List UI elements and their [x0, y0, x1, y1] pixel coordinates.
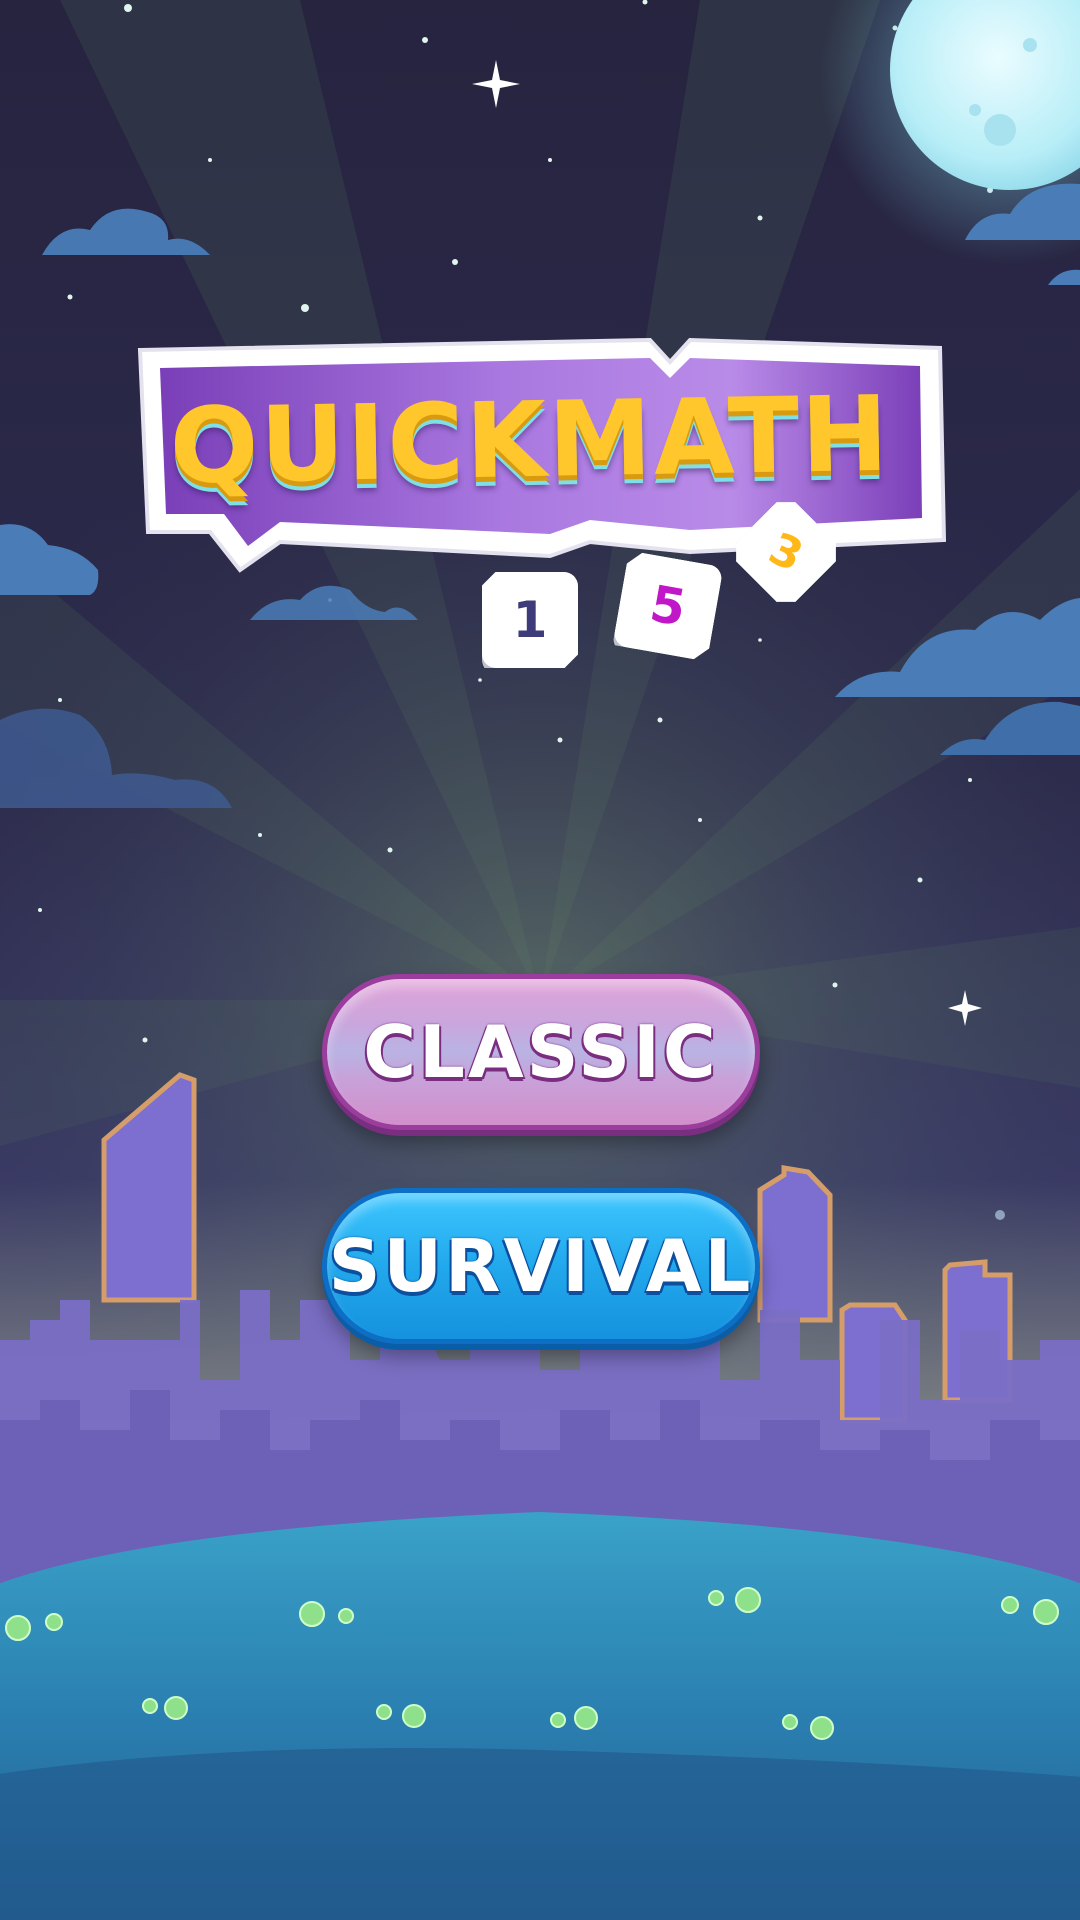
ground-hill — [0, 1512, 1080, 1920]
survival-mode-button[interactable]: SURVIVAL — [322, 1188, 760, 1344]
number-tile-value: 5 — [645, 574, 691, 638]
number-tile-1: 1 — [482, 572, 578, 668]
game-title: QUICKMATH — [168, 372, 892, 508]
number-tile-value: 1 — [512, 591, 548, 649]
classic-mode-button[interactable]: CLASSIC — [322, 974, 760, 1130]
number-tile-5: 5 — [612, 550, 723, 661]
survival-button-label: SURVIVAL — [328, 1224, 754, 1308]
background-scene — [0, 0, 1080, 1920]
game-main-menu: QUICKMATH 1 5 3 CLASSIC SURVIVAL — [0, 0, 1080, 1920]
classic-button-label: CLASSIC — [363, 1010, 719, 1094]
number-tile-value: 3 — [761, 522, 811, 582]
